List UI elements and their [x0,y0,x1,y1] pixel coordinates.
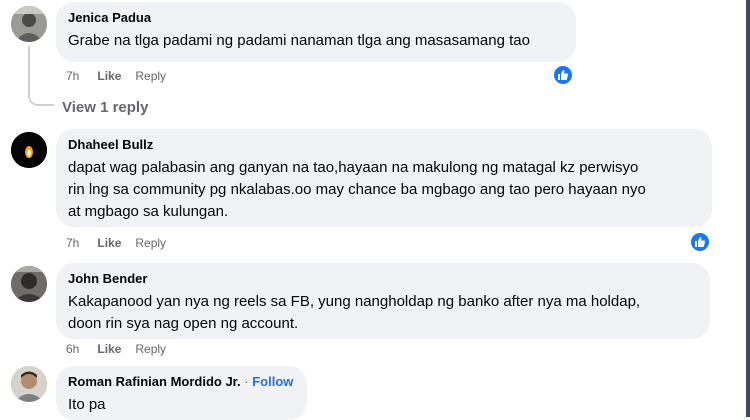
comment-text: Grabe na tlga padami ng padami nanaman t… [68,32,530,49]
like-icon[interactable] [552,64,574,86]
comment-bubble: Dhaheel Bullz dapat wag palabasin ang ga… [56,129,712,227]
comment-bubble: Roman Rafinian Mordido Jr. · Follow Ito … [56,366,307,420]
comment-actions: 6h Like Reply [66,342,166,356]
comment-bubble: Jenica Padua Grabe na tlga padami ng pad… [56,2,576,62]
comment-text: Ito pa [68,396,106,413]
view-replies-link[interactable]: View 1 reply [62,99,148,116]
follow-button[interactable]: Follow [252,374,293,389]
comment-author-row: Roman Rafinian Mordido Jr. · Follow [68,374,295,390]
avatar[interactable] [11,366,47,402]
separator-dot: · [244,374,249,389]
comment-bubble: John Bender Kakapanood yan nya ng reels … [56,263,710,339]
comment-text: Kakapanood yan nya ng reels sa FB, yung … [68,293,641,332]
reply-button[interactable]: Reply [135,342,166,356]
comment-timestamp[interactable]: 6h [66,342,79,356]
window-edge [746,0,750,417]
comment-author[interactable]: John Bender [68,271,698,287]
comment-author[interactable]: Dhaheel Bullz [68,137,700,153]
like-button[interactable]: Like [97,69,121,83]
comment-timestamp[interactable]: 7h [66,236,79,250]
avatar[interactable] [11,132,47,168]
reply-button[interactable]: Reply [135,69,166,83]
comment-author[interactable]: Roman Rafinian Mordido Jr. [68,374,241,389]
comment-author[interactable]: Jenica Padua [68,10,564,26]
thread-line [28,46,54,106]
like-button[interactable]: Like [97,236,121,250]
comment-actions: 7h Like Reply [66,236,166,250]
like-icon[interactable] [689,231,711,253]
comment-actions: 7h Like Reply [66,69,166,83]
comment-timestamp[interactable]: 7h [66,69,79,83]
avatar[interactable] [11,6,47,42]
reply-button[interactable]: Reply [135,236,166,250]
like-button[interactable]: Like [97,342,121,356]
comment-text: dapat wag palabasin ang ganyan na tao,ha… [68,159,646,220]
avatar[interactable] [11,266,47,302]
